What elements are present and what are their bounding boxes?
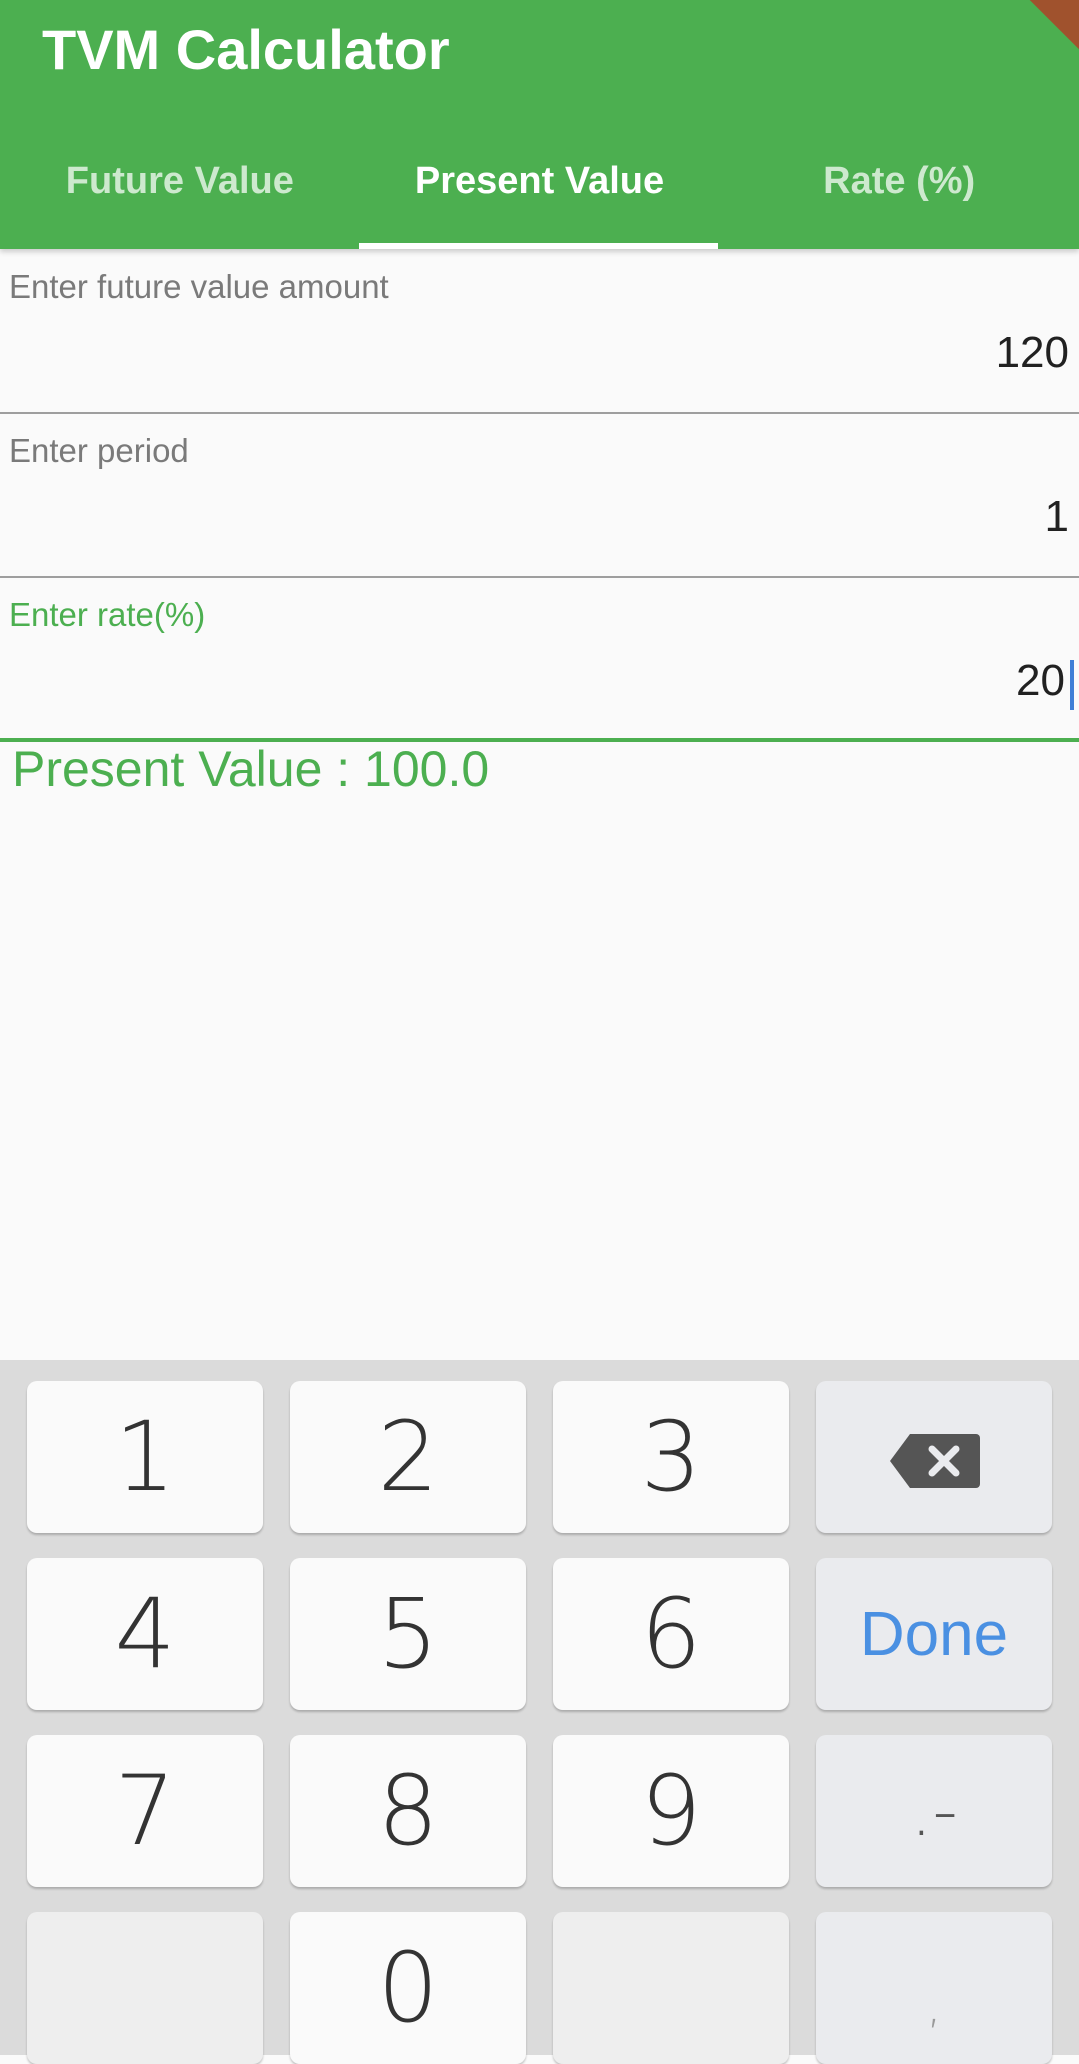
key-6[interactable]: 6: [553, 1558, 789, 1710]
tab-present-value[interactable]: Present Value: [360, 142, 720, 249]
debug-banner: [1018, 0, 1079, 52]
rate-input[interactable]: [465, 656, 1065, 706]
rate-field[interactable]: Enter rate(%): [0, 578, 1079, 742]
period-input[interactable]: [469, 492, 1069, 542]
comma-key[interactable]: ,: [816, 1912, 1052, 2064]
blank-key-left: [27, 1912, 263, 2064]
backspace-key[interactable]: [816, 1381, 1052, 1533]
key-2[interactable]: 2: [290, 1381, 526, 1533]
key-8[interactable]: 8: [290, 1735, 526, 1887]
future-value-input[interactable]: [469, 328, 1069, 378]
numeric-keyboard: 1 2 3 4 5 6 Done 7 8 9 .- 0 ,: [0, 1360, 1079, 2064]
rate-label: Enter rate(%): [9, 596, 206, 633]
key-7[interactable]: 7: [27, 1735, 263, 1887]
done-key[interactable]: Done: [816, 1558, 1052, 1710]
backspace-icon: [888, 1401, 980, 1513]
key-4[interactable]: 4: [27, 1558, 263, 1710]
key-1[interactable]: 1: [27, 1381, 263, 1533]
active-tab-indicator: [359, 243, 718, 249]
tab-rate[interactable]: Rate (%): [719, 142, 1079, 249]
app-bar: TVM Calculator Future Value Present Valu…: [0, 0, 1079, 249]
app-title: TVM Calculator: [42, 18, 450, 81]
text-cursor: [1070, 660, 1074, 710]
future-value-field[interactable]: Enter future value amount: [0, 250, 1079, 414]
period-label: Enter period: [9, 432, 189, 469]
tab-bar: Future Value Present Value Rate (%): [0, 142, 1079, 249]
key-5[interactable]: 5: [290, 1558, 526, 1710]
future-value-label: Enter future value amount: [9, 268, 389, 305]
period-field[interactable]: Enter period: [0, 414, 1079, 578]
key-3[interactable]: 3: [553, 1381, 789, 1533]
tab-future-value[interactable]: Future Value: [0, 142, 360, 249]
present-value-result: Present Value : 100.0: [12, 741, 490, 797]
blank-key-right: [553, 1912, 789, 2064]
key-9[interactable]: 9: [553, 1735, 789, 1887]
key-0[interactable]: 0: [290, 1912, 526, 2064]
dot-minus-key[interactable]: .-: [816, 1735, 1052, 1887]
